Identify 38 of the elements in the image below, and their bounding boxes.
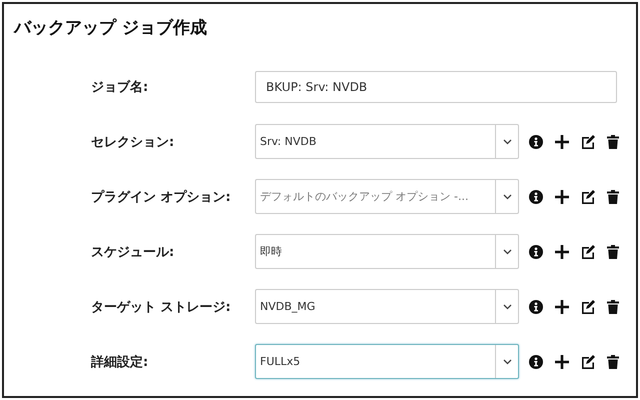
trash-icon[interactable] bbox=[607, 244, 619, 258]
chevron-icon bbox=[502, 248, 512, 254]
dropdown[interactable]: Srv: NVDB bbox=[255, 124, 519, 159]
chevron-icon bbox=[502, 138, 512, 144]
dropdown[interactable]: デフォルトのバックアップ オプション -... bbox=[255, 179, 519, 214]
field-label: 詳細設定: bbox=[91, 354, 150, 370]
field-label: ジョブ名: bbox=[91, 78, 150, 96]
edit-icon[interactable] bbox=[581, 190, 595, 204]
edit-icon[interactable] bbox=[581, 244, 595, 258]
trash-icon[interactable] bbox=[607, 300, 619, 314]
info-icon[interactable] bbox=[529, 134, 543, 148]
field-label: プラグイン オプション: bbox=[91, 188, 232, 206]
add-icon[interactable] bbox=[555, 354, 569, 368]
dropdown[interactable]: FULLx5 bbox=[255, 344, 519, 379]
chevron-icon bbox=[502, 194, 512, 200]
edit-icon[interactable] bbox=[581, 300, 595, 314]
chevron-icon bbox=[502, 304, 512, 310]
trash-icon[interactable] bbox=[607, 190, 619, 204]
edit-icon[interactable] bbox=[581, 354, 595, 368]
add-icon[interactable] bbox=[555, 190, 569, 204]
trash-icon[interactable] bbox=[607, 134, 619, 148]
add-icon[interactable] bbox=[555, 300, 569, 314]
info-icon[interactable] bbox=[529, 190, 543, 204]
page-title: バックアップ ジョブ作成 bbox=[14, 17, 207, 39]
add-icon[interactable] bbox=[555, 244, 569, 258]
field-label: セレクション: bbox=[91, 134, 176, 150]
field-label: スケジュール: bbox=[91, 244, 176, 260]
add-icon[interactable] bbox=[555, 134, 569, 148]
edit-icon[interactable] bbox=[581, 134, 595, 148]
job-name-field[interactable]: BKUP: Srv: NVDB bbox=[255, 70, 617, 102]
dropdown[interactable]: NVDB_MG bbox=[255, 289, 519, 324]
info-icon[interactable] bbox=[529, 244, 543, 258]
info-icon[interactable] bbox=[529, 300, 543, 314]
dropdown[interactable]: 即時 bbox=[255, 234, 519, 269]
chevron-icon bbox=[502, 358, 512, 364]
field-label: ターゲット ストレージ: bbox=[91, 298, 232, 316]
info-icon[interactable] bbox=[529, 354, 543, 368]
trash-icon[interactable] bbox=[607, 354, 619, 368]
